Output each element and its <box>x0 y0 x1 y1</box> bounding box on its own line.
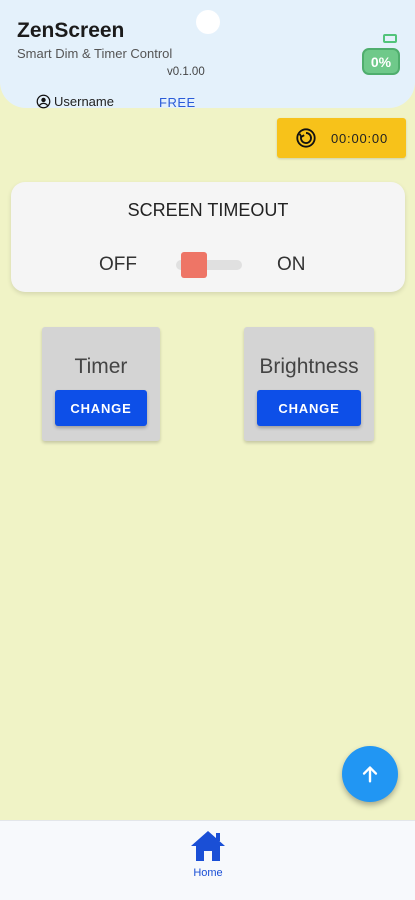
home-icon <box>191 831 225 861</box>
arrow-up-icon <box>362 766 378 783</box>
brightness-tile-label: Brightness <box>259 355 359 378</box>
scroll-up-fab[interactable] <box>342 746 398 802</box>
app-subtitle: Smart Dim & Timer Control <box>17 46 173 61</box>
app-version: v0.1.00 <box>167 66 205 78</box>
nav-home-label: Home <box>193 867 223 879</box>
brightness-tile: Brightness CHANGE <box>244 327 374 441</box>
timer-value: 00:00:00 <box>330 130 388 146</box>
username: Username <box>54 94 114 109</box>
user-account[interactable]: Username <box>36 94 114 109</box>
screen-timeout-switch-thumb[interactable] <box>181 252 207 278</box>
timer-tile-label: Timer <box>74 355 128 378</box>
toggle-off-label: OFF <box>99 254 137 275</box>
timer-tile: Timer CHANGE <box>42 327 160 441</box>
timer-reset-icon <box>296 128 316 148</box>
brightness-change-button[interactable]: CHANGE <box>257 390 361 426</box>
account-circle-icon <box>36 94 51 109</box>
battery-level-badge: 0% <box>362 48 400 75</box>
screen-timeout-card: SCREEN TIMEOUT OFF ON <box>11 182 405 292</box>
plan-badge[interactable]: FREE <box>159 95 196 110</box>
nav-item-home[interactable]: Home <box>178 829 238 893</box>
toggle-on-label: ON <box>277 254 306 275</box>
screen-timeout-title: SCREEN TIMEOUT <box>127 200 289 220</box>
bottom-navigation: Home <box>0 820 415 900</box>
timer-countdown-button[interactable]: 00:00:00 <box>277 118 406 158</box>
app-header: ZenScreen Smart Dim & Timer Control v0.1… <box>0 0 415 110</box>
battery-icon <box>383 34 397 43</box>
app-title: ZenScreen <box>17 19 125 42</box>
camera-cutout <box>196 10 220 34</box>
timer-change-button[interactable]: CHANGE <box>55 390 147 426</box>
